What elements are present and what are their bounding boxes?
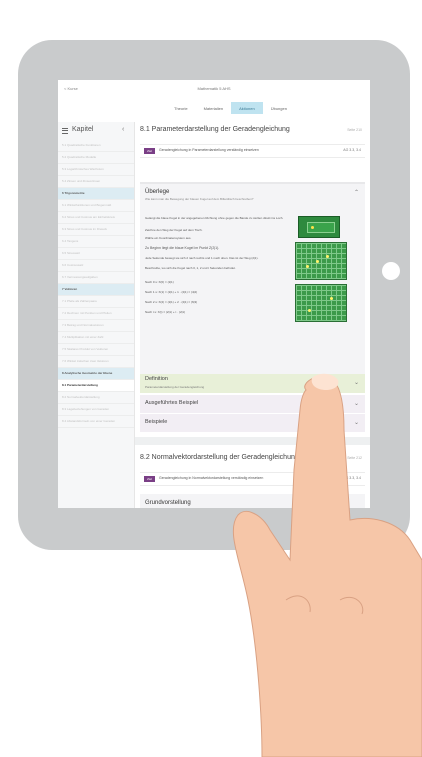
knuckle-line xyxy=(285,595,311,613)
task-text: Zeichne den Weg der Kugel auf dem Tisch. xyxy=(145,228,203,232)
sidebar-item[interactable]: 7 Vektoren xyxy=(58,284,134,296)
ball-marker xyxy=(316,260,319,263)
sidebar-title: Kapitel xyxy=(72,126,94,133)
card-title: Überlege xyxy=(145,189,170,195)
sidebar-header: Kapitel ‹ xyxy=(58,122,134,138)
app-screen: < Kurse Mathematik 5 AHS Theorie Materia… xyxy=(58,80,370,508)
learning-goal: Ziel Geradengleichung in Normalvektordar… xyxy=(140,472,365,486)
chapter-sidebar: Kapitel ‹ 5.1 Quadratische Funktionen 5.2… xyxy=(58,122,135,508)
sidebar-item[interactable]: 7.4 Multiplikation mit einer Zahl xyxy=(58,332,134,344)
sidebar-item[interactable]: 6.7 Vermessungsaufgaben xyxy=(58,272,134,284)
step-label: Nach 1 s: X(1) = xyxy=(145,290,167,294)
top-bar: < Kurse Mathematik 5 AHS Theorie Materia… xyxy=(58,80,370,123)
examples-panel[interactable]: Beispiele ⌄ xyxy=(140,414,365,432)
sidebar-item[interactable]: 7.2 Rechnen mit Punkten und Pfeilen xyxy=(58,308,134,320)
task-text: Zu Beginn liegt die blaue Kugel im Punkt… xyxy=(145,246,220,250)
collapse-sidebar-icon[interactable]: ‹ xyxy=(122,126,124,133)
ball-marker xyxy=(311,226,314,229)
task-text: Jede Sekunde bewegt sie sich 2 nach rech… xyxy=(145,256,259,260)
sidebar-item[interactable]: 7.1 Pfeile als Zahlenpaare xyxy=(58,296,134,308)
sidebar-item[interactable]: 6.6 Cosinussatz xyxy=(58,260,134,272)
sidebar-item[interactable]: 5.4 Zinsen und Zinseszinsen xyxy=(58,176,134,188)
ueberlege-card[interactable]: Überlege Wie kann man die Bewegung der b… xyxy=(140,182,365,374)
sidebar-item[interactable]: 8.1 Parameterdarstellung xyxy=(58,380,134,392)
tab-uebungen[interactable]: Übungen xyxy=(263,102,295,114)
home-button[interactable] xyxy=(382,262,400,280)
sidebar-item[interactable]: 5.1 Quadratische Funktionen xyxy=(58,140,134,152)
step-row: Nach t s: X(t) = (2|1) + t · (2|1) xyxy=(145,310,185,314)
definition-title: Definition xyxy=(145,376,168,382)
coordinate-grid-image xyxy=(295,284,347,322)
section-title: 8.2 Normalvektordarstellung der Geradeng… xyxy=(140,454,299,461)
tab-bar: Theorie Materialien Aktionen Übungen xyxy=(166,102,295,114)
sidebar-item[interactable]: 8.2 Normalvektordarstellung xyxy=(58,392,134,404)
examples-title: Beispiele xyxy=(145,419,168,425)
step-row: Nach 2 s: X(2) = (2|1) + 2 · (2|1) = (6|… xyxy=(145,300,197,304)
chevron-down-icon[interactable]: ⌄ xyxy=(354,400,359,407)
tab-aktionen[interactable]: Aktionen xyxy=(231,102,263,114)
goal-code: AG 3.3, 3.4 xyxy=(343,476,361,480)
task-text: Beschreibe, wo sich die Kugel nach 0, 1,… xyxy=(145,266,236,270)
content-area: 8.1 Parameterdarstellung der Geradenglei… xyxy=(135,122,370,508)
chevron-down-icon[interactable]: ⌄ xyxy=(354,419,359,426)
section-divider xyxy=(135,437,370,445)
sidebar-item[interactable]: 6.1 Winkelfunktionen und Bogenmaß xyxy=(58,200,134,212)
sidebar-item[interactable]: 8 Analytische Geometrie der Ebene xyxy=(58,368,134,380)
step-row: Nach 1 s: X(1) = (2|1) + 1 · (2|1) = (4|… xyxy=(145,290,197,294)
step-expression: (2|1) + 2 · (2|1) = (6|3) xyxy=(167,300,198,304)
sidebar-item[interactable]: 8.4 Abstandsformeln von einer Geraden xyxy=(58,416,134,428)
sidebar-item[interactable]: 5.2 Quadratische Modelle xyxy=(58,152,134,164)
ball-marker xyxy=(330,297,333,300)
sidebar-item[interactable]: 6.5 Sinussatz xyxy=(58,248,134,260)
step-label: Nach 2 s: X(2) = xyxy=(145,300,167,304)
sidebar-item[interactable]: 7.5 Skalares Produkt von Vektoren xyxy=(58,344,134,356)
chevron-down-icon[interactable]: ⌄ xyxy=(354,379,359,386)
sidebar-item[interactable]: 8.3 Lagebeziehungen von Geraden xyxy=(58,404,134,416)
task-text: Gelangt die blaue Kugel in der angegeben… xyxy=(145,216,284,220)
card-subtitle: Wie kann man die Bewegung der blauen Kug… xyxy=(145,197,254,201)
step-label: Nach t s: X(t) = xyxy=(145,310,166,314)
step-label: Nach 0 s: X(0) = xyxy=(145,280,167,284)
goal-text: Geradengleichung in Parameterdarstellung… xyxy=(159,148,259,152)
app-title: Mathematik 5 AHS xyxy=(197,86,231,91)
step-expression: (2|1) xyxy=(167,280,174,284)
step-expression: (2|1) + t · (2|1) xyxy=(165,310,186,314)
step-row: Nach 0 s: X(0) = (2|1) xyxy=(145,280,174,284)
sidebar-item[interactable]: 7.6 Winkel zwischen zwei Vektoren xyxy=(58,356,134,368)
section-title: 8.1 Parameterdarstellung der Geradenglei… xyxy=(140,126,290,133)
task-text: Wähle ein Koordinatensystem aus. xyxy=(145,236,192,240)
definition-panel[interactable]: Definition Parameterdarstellung der Gera… xyxy=(140,374,365,393)
sidebar-item[interactable]: 6.3 Sinus und Cosinus im Dreieck xyxy=(58,224,134,236)
sidebar-item[interactable]: 7.3 Betrag und Normalvektoren xyxy=(58,320,134,332)
sidebar-item[interactable]: 5.3 Logarithmisches Wachstum xyxy=(58,164,134,176)
billiard-table-image xyxy=(298,216,340,238)
tab-materialien[interactable]: Materialien xyxy=(196,102,232,114)
learning-goal: Ziel Geradengleichung in Parameterdarste… xyxy=(140,144,365,158)
page-reference: Seite 212 xyxy=(347,456,362,460)
grundvorstellung-card[interactable]: Grundvorstellung xyxy=(140,494,365,508)
coordinate-grid-image xyxy=(295,242,347,280)
definition-subtitle: Parameterdarstellung der Geradengleichun… xyxy=(145,385,205,389)
sidebar-item[interactable]: 6.2 Sinus und Cosinus am Einheitskreis xyxy=(58,212,134,224)
ball-marker xyxy=(308,309,311,312)
goal-badge: Ziel xyxy=(144,148,155,154)
example-title: Ausgeführtes Beispiel xyxy=(145,400,199,406)
goal-text: Geradengleichung in Normalvektordarstell… xyxy=(159,476,264,480)
page-reference: Seite 210 xyxy=(347,128,362,132)
example-panel[interactable]: Ausgeführtes Beispiel ⌄ xyxy=(140,395,365,413)
card-title: Grundvorstellung xyxy=(145,500,191,506)
sidebar-item[interactable]: 6 Trigonometrie xyxy=(58,188,134,200)
step-expression: (2|1) + 1 · (2|1) = (4|2) xyxy=(167,290,198,294)
knuckle-line xyxy=(339,596,364,615)
sidebar-item[interactable]: 6.4 Tangens xyxy=(58,236,134,248)
menu-icon[interactable] xyxy=(62,128,68,134)
chapter-list: 5.1 Quadratische Funktionen 5.2 Quadratis… xyxy=(58,140,134,428)
ball-marker xyxy=(306,265,309,268)
ball-marker xyxy=(326,255,329,258)
tab-theorie[interactable]: Theorie xyxy=(166,102,196,114)
chevron-up-icon[interactable]: ⌃ xyxy=(354,189,359,196)
goal-code: AG 3.3, 3.4 xyxy=(343,148,361,152)
goal-badge: Ziel xyxy=(144,476,155,482)
